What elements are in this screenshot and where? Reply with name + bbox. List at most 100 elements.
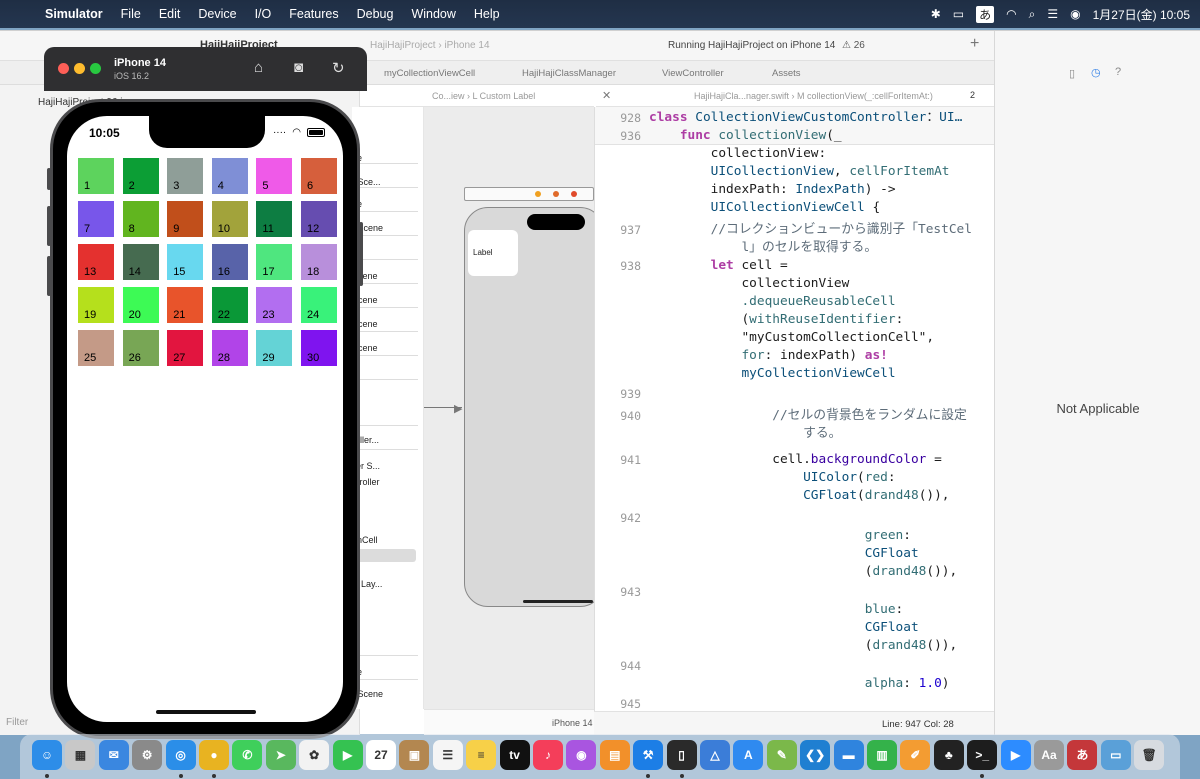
page-count[interactable]: 2 xyxy=(970,90,975,100)
finder-icon[interactable]: ☺ xyxy=(32,740,62,770)
collection-cell[interactable]: 26 xyxy=(122,330,159,366)
collection-cell[interactable]: 14 xyxy=(122,244,159,280)
collection-cell[interactable]: 21 xyxy=(167,287,204,323)
code-line[interactable]: alpha: 1.0) xyxy=(595,675,994,693)
collection-cell[interactable]: 27 xyxy=(167,330,204,366)
code-line[interactable]: UICollectionViewCell { xyxy=(595,199,994,217)
code-line[interactable]: .dequeueReusableCell xyxy=(595,293,994,311)
code-line[interactable]: (drand48()), xyxy=(595,563,994,581)
code-line[interactable]: 944 xyxy=(595,657,994,675)
collection-cell[interactable]: 3 xyxy=(167,158,204,194)
notes-icon[interactable]: ≡ xyxy=(466,740,497,770)
code-line[interactable]: l」のセルを取得する。 xyxy=(595,239,994,257)
tab-haji-haji-class-manager[interactable]: HajiHajiClassManager xyxy=(522,68,616,79)
mail-icon[interactable]: ✉ xyxy=(98,740,129,770)
reminders-icon[interactable]: ☰ xyxy=(432,740,463,770)
code-line[interactable]: myCollectionViewCell xyxy=(595,365,994,383)
collection-cell[interactable]: 15 xyxy=(167,244,204,280)
code-line[interactable]: CGFloat xyxy=(595,619,994,637)
code-line[interactable]: 938 let cell = xyxy=(595,257,994,275)
code-line[interactable]: 939 xyxy=(595,385,994,403)
add-tab-icon[interactable]: + xyxy=(970,35,979,53)
collection-cell[interactable]: 10 xyxy=(211,201,248,237)
inspector-help-icon[interactable]: ? xyxy=(1115,66,1121,78)
code-line[interactable]: 943 xyxy=(595,583,994,601)
pages-icon[interactable]: ✐ xyxy=(900,740,931,770)
code-line[interactable]: for: indexPath) as! xyxy=(595,347,994,365)
trash-icon[interactable]: 🗑 xyxy=(1134,740,1165,770)
numbers-icon[interactable]: ▥ xyxy=(867,740,897,770)
home-icon[interactable]: ⌂ xyxy=(254,59,263,76)
collection-cell[interactable]: 18 xyxy=(301,244,337,280)
code-line[interactable]: 945 xyxy=(595,695,994,711)
zoom-window-button[interactable] xyxy=(90,63,101,74)
menubar-clock[interactable]: 1月27日(金) 10:05 xyxy=(1093,6,1190,23)
collection-cell[interactable]: 8 xyxy=(122,201,159,237)
code-line[interactable]: する。 xyxy=(595,425,994,443)
collection-cell[interactable]: 13 xyxy=(78,244,114,280)
code-line[interactable]: blue: xyxy=(595,601,994,619)
collection-cell[interactable]: 11 xyxy=(256,201,293,237)
script-editor-icon[interactable]: ✎ xyxy=(766,740,797,770)
collection-cell[interactable]: 12 xyxy=(301,201,337,237)
collection-cell[interactable]: 4 xyxy=(211,158,248,194)
collection-view[interactable]: 1 2 3 4 5 6 7 8 9 10 11 12 13 14 15 16 17 18 19 20 21 22 23 24 2… xyxy=(78,158,340,370)
maps-icon[interactable]: ➤ xyxy=(265,740,296,770)
code-jump-bar[interactable]: ✕ HajiHajiCla...nager.swift › M collecti… xyxy=(596,85,994,107)
scene-cell-label[interactable]: Label xyxy=(473,248,493,257)
zoom-icon[interactable]: ▶ xyxy=(1000,740,1031,770)
system-settings-icon[interactable]: ⚙ xyxy=(132,740,163,770)
code-line[interactable]: UIColor(red: xyxy=(595,469,994,487)
inspector-history-icon[interactable]: ◷ xyxy=(1091,66,1101,79)
collection-cell[interactable]: 22 xyxy=(211,287,248,323)
tab-view-controller[interactable]: ViewController xyxy=(662,68,724,79)
code-line[interactable]: CGFloat(drand48()), xyxy=(595,487,994,505)
collection-cell[interactable]: 25 xyxy=(78,330,114,366)
code-line[interactable]: collectionView: xyxy=(595,145,994,163)
menu-edit[interactable]: Edit xyxy=(150,7,190,21)
menu-app[interactable]: Simulator xyxy=(36,7,112,21)
podcasts-icon[interactable]: ◉ xyxy=(566,740,597,770)
menu-file[interactable]: File xyxy=(112,7,150,21)
simulator-icon[interactable]: ▯ xyxy=(666,740,697,770)
battery-icon[interactable]: ▭ xyxy=(953,7,964,21)
safari-icon[interactable]: ◎ xyxy=(165,740,196,770)
code-line[interactable]: 937 //コレクションビューから識別子「TestCel xyxy=(595,221,994,239)
code-line[interactable]: indexPath: IndexPath) -> xyxy=(595,181,994,199)
scheme-selector[interactable]: HajiHajiProject › iPhone 14 xyxy=(370,40,490,51)
collection-cell[interactable]: 23 xyxy=(256,287,293,323)
collection-cell[interactable]: 20 xyxy=(122,287,159,323)
app-store-icon[interactable]: A xyxy=(733,740,764,770)
close-editor-icon[interactable]: ✕ xyxy=(602,89,611,102)
wifi-icon[interactable]: ◠ xyxy=(1006,7,1016,21)
code-line[interactable]: collectionView xyxy=(595,275,994,293)
siri-icon[interactable]: ◉ xyxy=(1070,7,1080,21)
home-indicator[interactable] xyxy=(156,710,256,714)
minimize-window-button[interactable] xyxy=(74,63,85,74)
code-line[interactable]: UICollectionView, cellForItemAt xyxy=(595,163,994,181)
menu-window[interactable]: Window xyxy=(402,7,464,21)
code-line[interactable]: 941 cell.backgroundColor = xyxy=(595,451,994,469)
apple-tv-icon[interactable]: tv xyxy=(499,740,530,770)
clipboard-icon[interactable]: ♣ xyxy=(933,740,964,770)
collection-cell[interactable]: 6 xyxy=(301,158,337,194)
menu-debug[interactable]: Debug xyxy=(348,7,403,21)
storyboard-jump-bar[interactable]: Co...iew › L Custom Label xyxy=(360,85,594,107)
japanese-input-icon[interactable]: あ xyxy=(1067,740,1098,770)
calendar-icon[interactable]: 27 xyxy=(366,740,396,770)
tab-assets[interactable]: Assets xyxy=(772,68,801,79)
scene-collection-cell[interactable]: Label xyxy=(468,230,518,276)
rotate-icon[interactable]: ↻ xyxy=(332,59,345,77)
scene-dock[interactable] xyxy=(464,187,594,201)
menu-device[interactable]: Device xyxy=(189,7,245,21)
collection-cell[interactable]: 17 xyxy=(256,244,293,280)
instruments-icon[interactable]: △ xyxy=(700,740,730,770)
photos-icon[interactable]: ✿ xyxy=(299,740,330,770)
collection-cell[interactable]: 16 xyxy=(211,244,248,280)
control-center-icon[interactable]: ☰ xyxy=(1047,7,1058,21)
inspector-file-icon[interactable]: ▯ xyxy=(1069,67,1075,80)
menu-help[interactable]: Help xyxy=(465,7,509,21)
collection-cell[interactable]: 19 xyxy=(78,287,114,323)
music-icon[interactable]: ♪ xyxy=(533,740,563,770)
code-line[interactable]: CGFloat xyxy=(595,545,994,563)
